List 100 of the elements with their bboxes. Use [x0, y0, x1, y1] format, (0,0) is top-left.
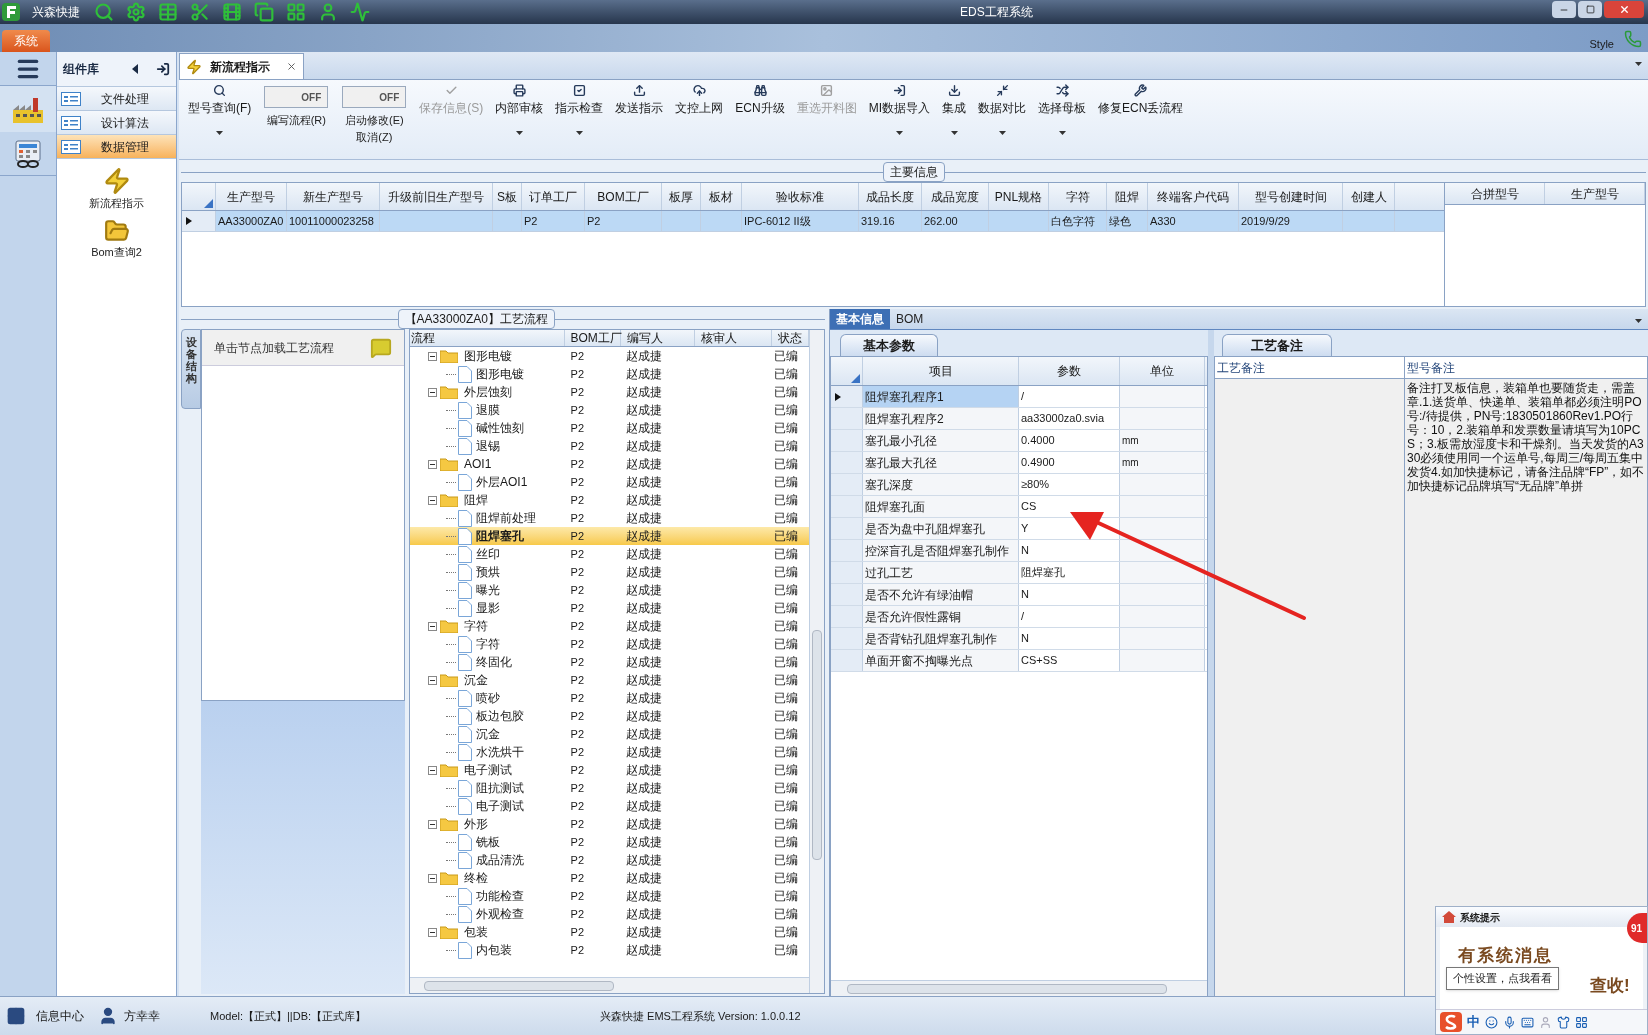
- sub-tab[interactable]: 基本参数: [840, 334, 938, 356]
- tree-row[interactable]: 功能检查 P2 赵成捷 已编: [410, 887, 809, 905]
- ime-mode[interactable]: 中: [1467, 1012, 1480, 1032]
- table-cell-text: 已编: [773, 528, 800, 545]
- tree-row[interactable]: 外形 P2 赵成捷 已编: [410, 815, 809, 833]
- document-tab[interactable]: 新流程指示: [179, 53, 304, 79]
- table-row[interactable]: 是否不允许有绿油帽 N: [831, 584, 1207, 606]
- tree-row[interactable]: 图形电镀 P2 赵成捷 已编: [410, 347, 809, 365]
- tree-node-label: 沉金: [476, 726, 500, 743]
- table-cell-text: /: [1021, 609, 1025, 625]
- tree-row[interactable]: 字符 P2 赵成捷 已编: [410, 617, 809, 635]
- tree-row[interactable]: 丝印 P2 赵成捷 已编: [410, 545, 809, 563]
- side-tab[interactable]: 设备结构: [181, 329, 201, 409]
- table-row[interactable]: AA33000ZA0 10011000023258 P2 P2 IPC-6012 II级 319.16 262.00 白色字符 绿色 A330 2019/9/29: [182, 211, 1444, 232]
- table-cell-text: P2: [569, 564, 586, 580]
- tree-row[interactable]: 阻焊塞孔 P2 赵成捷 已编: [410, 527, 809, 545]
- tree-row[interactable]: 水洗烘干 P2 赵成捷 已编: [410, 743, 809, 761]
- sub-tab[interactable]: 工艺备注: [1222, 334, 1332, 356]
- table-cell-text: P2: [569, 726, 586, 742]
- check-message-link[interactable]: 查收!: [1590, 973, 1630, 999]
- tool-item[interactable]: 新流程指示: [89, 167, 144, 212]
- tree-row[interactable]: AOI1 P2 赵成捷 已编: [410, 455, 809, 473]
- column-header: 生产型号: [1545, 183, 1645, 204]
- table-cell-text: 已编: [773, 816, 800, 833]
- tree-row[interactable]: 板边包胶 P2 赵成捷 已编: [410, 707, 809, 725]
- message-text[interactable]: 有系统消息: [1458, 943, 1553, 969]
- table-cell-text: 阻焊塞孔: [1021, 565, 1065, 581]
- table-cell-text: P2: [569, 402, 586, 418]
- toolbar-button[interactable]: 数据对比: [973, 84, 1031, 135]
- tree-row[interactable]: 电子测试 P2 赵成捷 已编: [410, 797, 809, 815]
- tree-row[interactable]: 显影 P2 赵成捷 已编: [410, 599, 809, 617]
- table-cell-text: 塞孔最小孔径: [865, 432, 937, 450]
- tree-row[interactable]: 内包装 P2 赵成捷 已编: [410, 941, 809, 959]
- table-row[interactable]: 阻焊塞孔程序1 /: [831, 386, 1207, 408]
- tree-row[interactable]: 终固化 P2 赵成捷 已编: [410, 653, 809, 671]
- tree-row[interactable]: 图形电镀 P2 赵成捷 已编: [410, 365, 809, 383]
- tree-row[interactable]: 成品清洗 P2 赵成捷 已编: [410, 851, 809, 869]
- table-row[interactable]: 单面开窗不掏曝光点 CS+SS: [831, 650, 1207, 672]
- table-cell-text: 是否允许假性露铜: [865, 608, 961, 626]
- table-row[interactable]: 是否为盘中孔阻焊塞孔 Y: [831, 518, 1207, 540]
- toolbar-button[interactable]: 指示检查: [550, 84, 609, 135]
- toolbar-button[interactable]: 集成: [937, 84, 971, 135]
- tool-item[interactable]: Bom查询2: [91, 217, 142, 260]
- toolbar-button[interactable]: 选择母板: [1033, 84, 1091, 135]
- toggle-switch[interactable]: OFF: [264, 86, 329, 108]
- table-cell-text: mm: [1122, 456, 1139, 470]
- table-cell-text: 赵成捷: [625, 618, 664, 635]
- toolbar-button[interactable]: ECN升级: [730, 84, 790, 117]
- toolbar-button[interactable]: 型号查询(F): [183, 84, 257, 135]
- category-item[interactable]: 文件处理: [57, 86, 176, 110]
- table-row[interactable]: 过孔工艺 阻焊塞孔: [831, 562, 1207, 584]
- style-menu[interactable]: Style: [1589, 36, 1614, 53]
- toolbar-button[interactable]: MI数据导入: [863, 84, 935, 135]
- tree-row[interactable]: 曝光 P2 赵成捷 已编: [410, 581, 809, 599]
- tree-node-label: 喷砂: [476, 690, 500, 707]
- tree-row[interactable]: 包装 P2 赵成捷 已编: [410, 923, 809, 941]
- table-row[interactable]: 塞孔最大孔径 0.4900 mm: [831, 452, 1207, 474]
- tree-row[interactable]: 阻抗测试 P2 赵成捷 已编: [410, 779, 809, 797]
- tree-row[interactable]: 退膜 P2 赵成捷 已编: [410, 401, 809, 419]
- tree-node-label: 铣板: [476, 834, 500, 851]
- tree-row[interactable]: 铣板 P2 赵成捷 已编: [410, 833, 809, 851]
- toolbar-button[interactable]: 文控上网: [670, 84, 729, 117]
- tree-row[interactable]: 外层AOI1 P2 赵成捷 已编: [410, 473, 809, 491]
- tree-row[interactable]: 预烘 P2 赵成捷 已编: [410, 563, 809, 581]
- table-cell-text: N: [1021, 631, 1029, 647]
- toggle-switch[interactable]: OFF: [342, 86, 407, 108]
- table-row[interactable]: 塞孔深度 ≥80%: [831, 474, 1207, 496]
- table-cell-text: 绿色: [1109, 213, 1131, 229]
- tree-row[interactable]: 阻焊前处理 P2 赵成捷 已编: [410, 509, 809, 527]
- table-cell-text: P2: [569, 600, 586, 616]
- toolbar-button[interactable]: 发送指示: [610, 84, 669, 117]
- tree-row[interactable]: 阻焊 P2 赵成捷 已编: [410, 491, 809, 509]
- table-cell-text: 控深盲孔是否阻焊塞孔制作: [865, 542, 1009, 560]
- tree-row[interactable]: 沉金 P2 赵成捷 已编: [410, 671, 809, 689]
- table-cell-text: P2: [569, 834, 586, 850]
- table-cell-text: 白色字符: [1051, 213, 1095, 229]
- tree-row[interactable]: 字符 P2 赵成捷 已编: [410, 635, 809, 653]
- category-item[interactable]: 数据管理: [57, 134, 176, 158]
- tree-row[interactable]: 碱性蚀刻 P2 赵成捷 已编: [410, 419, 809, 437]
- toolbar-button[interactable]: 内部审核: [490, 84, 549, 135]
- tree-row[interactable]: 退锡 P2 赵成捷 已编: [410, 437, 809, 455]
- toolbar-button[interactable]: 修复ECN丢流程: [1093, 84, 1189, 117]
- table-row[interactable]: 阻焊塞孔程序2 aa33000za0.svia: [831, 408, 1207, 430]
- tree-row[interactable]: 终检 P2 赵成捷 已编: [410, 869, 809, 887]
- tree-row[interactable]: 喷砂 P2 赵成捷 已编: [410, 689, 809, 707]
- table-row[interactable]: 是否允许假性露铜 /: [831, 606, 1207, 628]
- tree-node-label: 图形电镀: [464, 348, 512, 365]
- table-row[interactable]: 控深盲孔是否阻焊塞孔制作 N: [831, 540, 1207, 562]
- tree-row[interactable]: 外观检查 P2 赵成捷 已编: [410, 905, 809, 923]
- table-row[interactable]: 阻焊塞孔面 CS: [831, 496, 1207, 518]
- table-row[interactable]: 塞孔最小孔径 0.4000 mm: [831, 430, 1207, 452]
- tree-node-label: 外观检查: [476, 906, 524, 923]
- tree-row[interactable]: 电子测试 P2 赵成捷 已编: [410, 761, 809, 779]
- info-center-link[interactable]: 信息中心: [36, 1007, 84, 1025]
- tree-row[interactable]: 沉金 P2 赵成捷 已编: [410, 725, 809, 743]
- panel-tab[interactable]: 基本信息: [830, 309, 890, 329]
- category-item[interactable]: 设计算法: [57, 110, 176, 134]
- tree-row[interactable]: 外层蚀刻 P2 赵成捷 已编: [410, 383, 809, 401]
- table-row[interactable]: 是否背钻孔阻焊塞孔制作 N: [831, 628, 1207, 650]
- panel-tab[interactable]: BOM: [890, 309, 930, 329]
